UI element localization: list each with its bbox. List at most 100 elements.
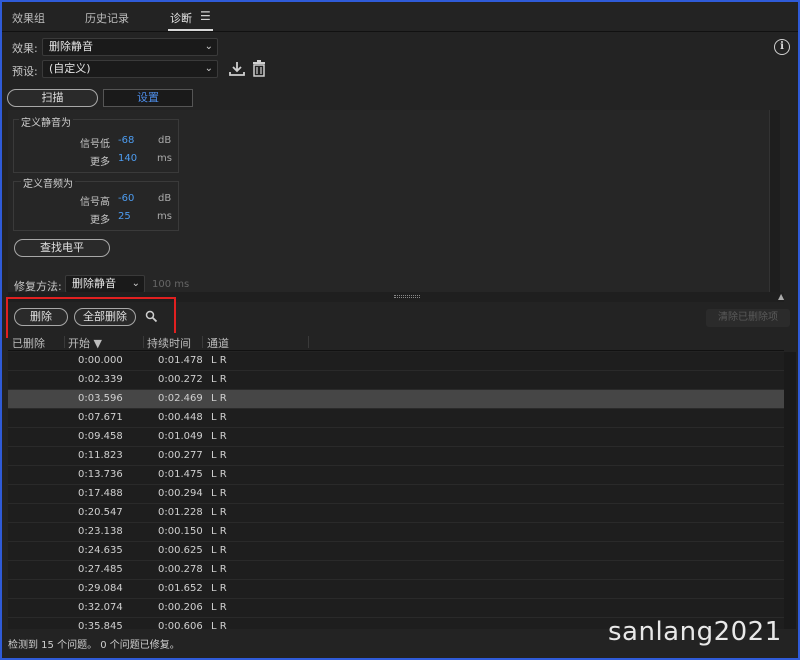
cell-channel: L R [211,488,227,499]
results-table-header: 已删除 开始 ▼ 持续时间 通道 [8,333,784,351]
table-row[interactable]: 0:02.339 0:00.272 L R [8,371,784,390]
cell-duration: 0:01.228 [158,507,203,518]
table-row[interactable]: 0:09.458 0:01.049 L R [8,428,784,447]
cell-duration: 0:01.652 [158,583,203,594]
cell-start: 0:29.084 [78,583,123,594]
define-audio-title: 定义音频为 [21,175,75,190]
cell-start: 0:07.671 [78,412,123,423]
column-divider[interactable] [64,336,65,348]
table-row[interactable]: 0:07.671 0:00.448 L R [8,409,784,428]
cell-channel: L R [211,412,227,423]
settings-tab-button[interactable]: 设置 [103,89,193,107]
cell-start: 0:13.736 [78,469,123,480]
silence-signal-unit: dB [158,135,172,146]
column-divider[interactable] [308,336,309,348]
repair-method-select[interactable]: 删除静音 ⌄ [65,275,145,293]
cell-start: 0:35.845 [78,621,123,629]
active-tab-indicator [168,29,213,31]
results-scrollbar[interactable] [784,352,796,629]
cell-channel: L R [211,526,227,537]
column-deleted[interactable]: 已删除 [12,335,45,351]
effect-label: 效果: [12,42,38,55]
silence-more-value[interactable]: 140 [118,153,137,164]
cell-duration: 0:00.150 [158,526,203,537]
cell-duration: 0:00.448 [158,412,203,423]
cell-start: 0:00.000 [78,355,123,366]
chevron-down-icon: ⌄ [204,41,213,52]
column-channel[interactable]: 通道 [207,335,229,351]
table-row[interactable]: 0:17.488 0:00.294 L R [8,485,784,504]
table-row[interactable]: 0:27.485 0:00.278 L R [8,561,784,580]
cell-duration: 0:00.294 [158,488,203,499]
collapse-up-icon[interactable]: ▲ [778,292,784,301]
effect-select[interactable]: 删除静音 ⌄ [42,38,218,56]
table-row[interactable]: 0:11.823 0:00.277 L R [8,447,784,466]
cell-channel: L R [211,564,227,575]
find-level-button[interactable]: 查找电平 [14,239,110,257]
preset-value: (自定义) [49,62,91,75]
cell-duration: 0:01.049 [158,431,203,442]
highlight-box [6,297,176,338]
tab-history[interactable]: 历史记录 [85,10,129,26]
repair-method-value: 删除静音 [72,277,116,290]
settings-panel: 定义静音为 信号低 -68 dB 更多 140 ms 定义音频为 信号高 -60… [8,110,770,292]
cell-channel: L R [211,355,227,366]
status-text: 检测到 15 个问题。 0 个问题已修复。 [8,640,180,651]
audio-signal-value[interactable]: -60 [118,193,134,204]
table-row[interactable]: 0:29.084 0:01.652 L R [8,580,784,599]
table-row[interactable]: 0:32.074 0:00.206 L R [8,599,784,618]
cell-start: 0:03.596 [78,393,123,404]
sort-desc-icon: ▼ [93,337,102,350]
column-duration[interactable]: 持续时间 [147,335,191,351]
cell-channel: L R [211,583,227,594]
column-divider[interactable] [202,336,203,348]
download-icon[interactable] [228,61,246,77]
cell-start: 0:32.074 [78,602,123,613]
audio-signal-unit: dB [158,193,172,204]
silence-signal-value[interactable]: -68 [118,135,134,146]
cell-start: 0:09.458 [78,431,123,442]
cell-start: 0:20.547 [78,507,123,518]
cell-channel: L R [211,602,227,613]
column-divider[interactable] [143,336,144,348]
cell-channel: L R [211,621,227,629]
audio-more-value[interactable]: 25 [118,211,131,222]
preset-select[interactable]: (自定义) ⌄ [42,60,218,78]
results-list: 0:00.000 0:01.478 L R 0:02.339 0:00.272 L R 0:… [8,352,784,629]
clear-deleted-button[interactable]: 清除已删除项 [706,309,790,327]
tab-diagnostics[interactable]: 诊断 [170,10,192,26]
table-row[interactable]: 0:20.547 0:01.228 L R [8,504,784,523]
column-start[interactable]: 开始 ▼ [68,335,102,351]
column-start-label: 开始 [68,337,90,350]
silence-signal-label: 信号低 [80,139,110,150]
cell-channel: L R [211,374,227,385]
table-row[interactable]: 0:23.138 0:00.150 L R [8,523,784,542]
info-icon[interactable]: i [774,39,790,55]
diagnostics-panel: 效果组 历史记录 诊断 ☰ i 效果: 删除静音 ⌄ 预设: (自定义) ⌄ 扫… [0,0,800,660]
scan-tab-button[interactable]: 扫描 [7,89,98,107]
watermark-text: sanlang2021 [608,617,782,647]
cell-duration: 0:00.625 [158,545,203,556]
preset-label: 预设: [12,65,38,78]
audio-more-label: 更多 [90,215,110,226]
trash-icon[interactable] [252,60,266,77]
splitter-grip[interactable] [394,295,420,298]
cell-channel: L R [211,450,227,461]
audio-more-unit: ms [157,211,172,222]
table-row[interactable]: 0:24.635 0:00.625 L R [8,542,784,561]
cell-duration: 0:00.206 [158,602,203,613]
table-row[interactable]: 0:03.596 0:02.469 L R [8,390,784,409]
cell-start: 0:24.635 [78,545,123,556]
tab-effects-group[interactable]: 效果组 [12,10,45,26]
repair-faded-value: 100 ms [152,279,190,290]
cell-start: 0:11.823 [78,450,123,461]
define-silence-title: 定义静音为 [19,114,73,129]
table-row[interactable]: 0:00.000 0:01.478 L R [8,352,784,371]
settings-scrollbar[interactable] [770,110,780,292]
table-row[interactable]: 0:13.736 0:01.475 L R [8,466,784,485]
silence-more-label: 更多 [90,157,110,168]
hamburger-menu-icon[interactable]: ☰ [200,9,211,23]
cell-duration: 0:01.478 [158,355,203,366]
cell-channel: L R [211,469,227,480]
cell-start: 0:02.339 [78,374,123,385]
